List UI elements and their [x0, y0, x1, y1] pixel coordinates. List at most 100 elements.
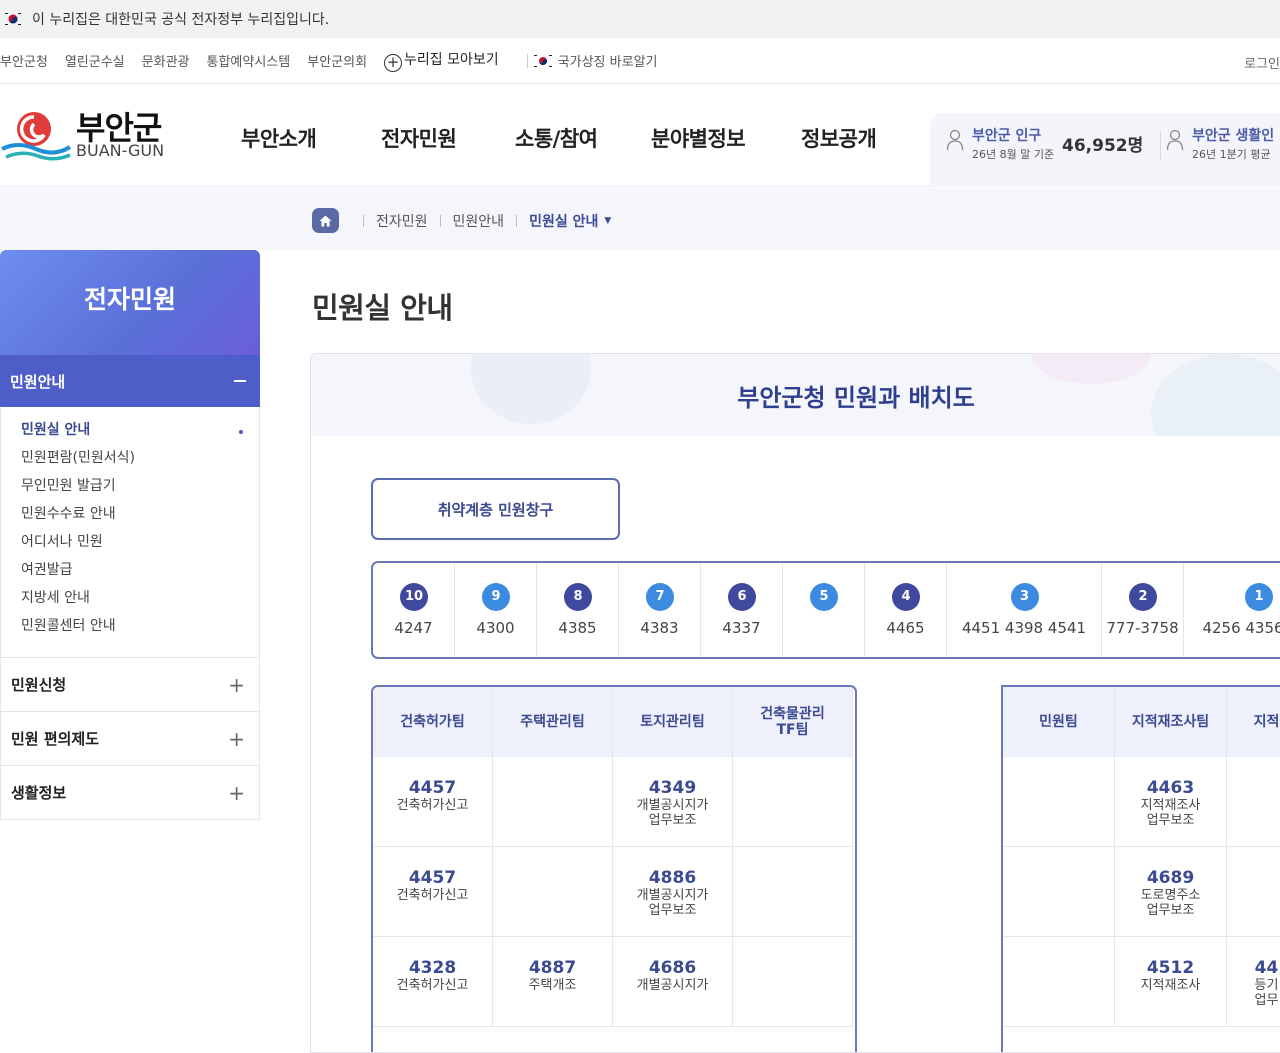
- window-number-badge: 9: [482, 583, 510, 611]
- job-description: 지적재조사: [1140, 978, 1201, 993]
- sidebar-item-local-tax[interactable]: 지방세 안내: [21, 585, 259, 613]
- job-description: 건축허가신고: [396, 978, 469, 993]
- util-link-county[interactable]: 부안군청: [0, 51, 48, 70]
- home-button[interactable]: [312, 208, 339, 233]
- breadcrumb-item[interactable]: 민원안내: [453, 211, 505, 231]
- service-window: 9 4300: [455, 563, 537, 657]
- sidebar-section-life-info[interactable]: 생활정보 +: [0, 766, 260, 820]
- service-window: 8 4385: [537, 563, 619, 657]
- person-icon: [946, 129, 964, 151]
- population-title: 부안군 인구: [972, 128, 1042, 144]
- window-extension: 4337: [722, 619, 761, 637]
- site-logo[interactable]: 부안군 BUAN-GUN: [0, 103, 170, 173]
- job-description: 도로명주소 업무보조: [1140, 888, 1201, 918]
- window-number-badge: 4: [892, 583, 920, 611]
- gnb-disclosure[interactable]: 정보공개: [801, 123, 877, 153]
- plus-circle-icon: +: [384, 54, 403, 72]
- plus-icon: +: [228, 780, 245, 805]
- national-symbol-link[interactable]: 국가상징 바로알기: [528, 51, 657, 70]
- caret-down-icon[interactable]: ▼: [604, 216, 611, 226]
- gnb-about[interactable]: 부안소개: [241, 123, 317, 153]
- job-description: 개별공시지가 업무보조: [636, 798, 709, 828]
- breadcrumb-band: 전자민원 민원안내 민원실 안내 ▼: [0, 188, 1280, 250]
- gnb-participation[interactable]: 소통/참여: [515, 123, 598, 153]
- korea-flag-icon: [531, 53, 554, 69]
- window-extension: 4465: [886, 619, 925, 637]
- vulnerable-window-button[interactable]: 취약계층 민원창구: [371, 478, 620, 540]
- breadcrumb-current[interactable]: 민원실 안내: [529, 211, 598, 231]
- sidebar-item-office-guide[interactable]: 민원실 안내: [21, 417, 259, 445]
- extension-number: 4328: [408, 958, 457, 978]
- utility-bar: 부안군청 열린군수실 문화관광 통합예약시스템 부안군의회 + 누리집 모아보기 …: [0, 38, 1280, 84]
- staff-cell: [493, 847, 613, 937]
- breadcrumb-item[interactable]: 전자민원: [376, 211, 428, 231]
- extension-number: 4457: [408, 778, 457, 798]
- staff-cell: [1003, 847, 1115, 937]
- plus-icon: +: [228, 672, 245, 697]
- job-description: 건축허가신고: [396, 888, 469, 903]
- util-link-reservation[interactable]: 통합예약시스템: [207, 51, 291, 70]
- sidebar-section-convenience[interactable]: 민원 편의제도 +: [0, 712, 260, 766]
- population-stats: 부안군 인구 26년 8월 말 기준 46,952명 부안군 생활인 26년 1…: [930, 113, 1280, 187]
- staff-cell: 4686 개별공시지가: [613, 937, 733, 1027]
- sidebar-item-passport[interactable]: 여권발급: [21, 557, 259, 585]
- window-number-badge: 10: [400, 583, 428, 611]
- window-number-badge: 8: [564, 583, 592, 611]
- job-description: 건축허가신고: [396, 798, 469, 813]
- staff-cell: 4689 도로명주소 업무보조: [1115, 847, 1227, 937]
- team-table-right: 민원팀 지적재조사팀 4463 지적재조사 업무보조 4689 도로명주소 업무보조 451…: [1001, 685, 1280, 1052]
- sidebar-item-fees[interactable]: 민원수수료 안내: [21, 501, 259, 529]
- login-link[interactable]: 로그인: [1244, 53, 1280, 72]
- window-extension: 4256 4356: [1202, 619, 1280, 637]
- living-population-title: 부안군 생활인: [1192, 128, 1275, 144]
- population-value: 46,952명: [1062, 136, 1144, 156]
- service-window: 6 4337: [701, 563, 783, 657]
- team-header: 건축물관리 TF팀: [733, 687, 853, 757]
- service-window: 7 4383: [619, 563, 701, 657]
- sidebar-item-anywhere[interactable]: 어디서나 민원: [21, 529, 259, 557]
- sidebar-section-label: 생활정보: [11, 784, 67, 802]
- office-layout-map: 부안군청 민원과 배치도 취약계층 민원창구 10 4247 9 4300 8 4385 7…: [310, 353, 1280, 1053]
- home-icon: [319, 215, 332, 226]
- sidebar-submenu: 민원실 안내 민원편람(민원서식) 무인민원 발급기 민원수수료 안내 어디서나…: [0, 407, 260, 658]
- util-link-council[interactable]: 부안군의회: [307, 51, 367, 70]
- service-window: 5: [783, 563, 865, 657]
- living-population-date: 26년 1분기 평균: [1192, 148, 1271, 161]
- staff-cell: [733, 757, 853, 847]
- sidebar-item-callcenter[interactable]: 민원콜센터 안내: [21, 613, 259, 641]
- staff-cell: 4512 지적재조사: [1115, 937, 1227, 1027]
- buan-logo-icon: [1, 112, 72, 161]
- sidebar-item-kiosk[interactable]: 무인민원 발급기: [21, 473, 259, 501]
- gov-banner-text: 이 누리집은 대한민국 공식 전자정부 누리집입니다.: [32, 12, 330, 28]
- gnb-field-info[interactable]: 분야별정보: [651, 123, 746, 153]
- staff-cell: [1003, 757, 1115, 847]
- team-table-left: 건축허가팀 4457 건축허가신고 4457 건축허가신고 4328 건축허가신고 주택관리팀…: [371, 685, 857, 1052]
- util-link-governor[interactable]: 열린군수실: [65, 51, 125, 70]
- window-number-badge: 3: [1010, 583, 1039, 611]
- service-window: 3 4451 4398 4541: [947, 563, 1102, 657]
- extension-number: 44: [1254, 958, 1279, 978]
- extension-number: 4887: [528, 958, 577, 978]
- population-date: 26년 8월 말 기준: [972, 148, 1055, 161]
- gov-banner: 이 누리집은 대한민국 공식 전자정부 누리집입니다.: [0, 0, 1280, 38]
- sidebar-section-apply[interactable]: 민원신청 +: [0, 658, 260, 712]
- sidebar-section-civil-guide[interactable]: 민원안내: [0, 355, 260, 407]
- logo-english: BUAN-GUN: [76, 141, 165, 160]
- util-link-tourism[interactable]: 문화관광: [142, 51, 190, 70]
- service-windows: 10 4247 9 4300 8 4385 7 4383 6 4337 5 4 4465 3 4451 43…: [371, 561, 1280, 659]
- map-title: 부안군청 민원과 배치도: [737, 384, 975, 412]
- sidebar-item-handbook[interactable]: 민원편람(민원서식): [21, 445, 259, 473]
- team-header: 지적: [1227, 687, 1280, 757]
- team-header: 지적재조사팀: [1115, 687, 1227, 757]
- sidebar-section-label: 민원안내: [10, 372, 66, 391]
- job-description: 주택개조: [528, 978, 577, 993]
- team-header: 건축허가팀: [373, 687, 493, 757]
- window-extension: 4385: [558, 619, 597, 637]
- sidebar-section-label: 민원 편의제도: [11, 730, 100, 748]
- job-description: 등기 업무: [1254, 978, 1279, 1008]
- extension-number: 4463: [1146, 778, 1195, 798]
- person-icon: [1166, 129, 1184, 151]
- extension-number: 4349: [648, 778, 697, 798]
- site-gather-button[interactable]: + 누리집 모아보기: [384, 49, 499, 72]
- gnb-e-civil[interactable]: 전자민원: [381, 123, 457, 153]
